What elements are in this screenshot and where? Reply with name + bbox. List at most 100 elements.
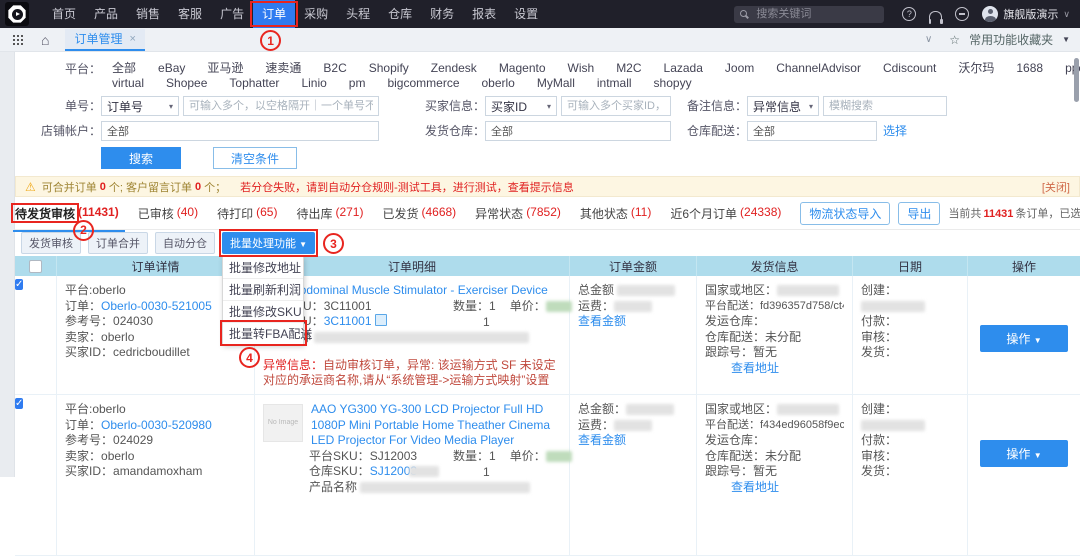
platform-option[interactable]: ChannelAdvisor [765,61,872,76]
platform-option[interactable]: Joom [714,61,765,76]
clear-conditions-button[interactable]: 清空条件 [213,147,297,169]
remark-type-select[interactable]: 异常信息 ▾ [747,96,819,116]
merge-orders-button[interactable]: 订单合并 [88,232,148,254]
order-number-link[interactable]: Oberlo-0030-521005 [101,299,212,313]
nav-item-sales[interactable]: 销售 [127,0,169,28]
row-action-button[interactable]: 操作 ▼ [980,440,1068,467]
row-checkbox[interactable]: ✓ [15,398,23,409]
view-amount-link[interactable]: 查看金额 [578,433,626,447]
orders-summary: 当前共11431条订单，已选择2条 [948,205,1080,221]
nav-item-service[interactable]: 客服 [169,0,211,28]
logistics-import-button[interactable]: 物流状态导入 [800,202,890,225]
export-button[interactable]: 导出 [898,202,940,225]
notice-close-link[interactable]: [关闭] [1042,179,1070,195]
view-address-link[interactable]: 查看地址 [731,361,779,375]
status-tab-other[interactable]: 其他状态(11) [580,205,651,222]
buyer-type-select[interactable]: 买家ID ▾ [485,96,557,116]
remark-input[interactable] [823,96,947,116]
search-button[interactable]: 搜索 [101,147,181,169]
platform-option[interactable]: M2C [605,61,652,76]
platform-option[interactable]: 速卖通 [254,61,312,76]
order-number-type-select[interactable]: 订单号 ▾ [101,96,179,116]
status-tab-to-outbound[interactable]: 待出库(271) [296,205,363,222]
platform-option[interactable]: MyMall [526,76,586,91]
home-icon[interactable]: ⌂ [41,29,49,51]
collapse-chevron-icon[interactable]: ∨ [925,34,932,45]
platform-option[interactable]: Cdiscount [872,61,947,76]
select-all-checkbox[interactable] [29,260,42,273]
nav-item-warehouse[interactable]: 仓库 [379,0,421,28]
nav-item-finance[interactable]: 财务 [421,0,463,28]
status-tab-abnormal[interactable]: 异常状态(7852) [475,205,561,222]
platform-option[interactable]: shopyy [643,76,703,91]
nav-item-reports[interactable]: 报表 [463,0,505,28]
status-tab-to-print[interactable]: 待打印(65) [217,205,277,222]
nav-item-orders[interactable]: 订单 1 [253,0,295,28]
product-title-link[interactable]: EMS Abdominal Muscle Stimulator - Exerci… [263,283,561,299]
auto-split-button[interactable]: 自动分仓 [155,232,215,254]
menu-item-batch-to-fba[interactable]: 批量转FBA配送 4 [223,323,303,344]
status-tab-shipped[interactable]: 已发货(4668) [382,205,456,222]
vertical-scrollbar[interactable] [1074,58,1079,102]
platform-option[interactable]: Magento [488,61,557,76]
user-menu[interactable]: 旗舰版演示 ∨ [982,6,1070,22]
store-account-input[interactable] [101,121,379,141]
row-checkbox[interactable]: ✓ [15,279,23,290]
nav-item-home[interactable]: 首页 [43,0,85,28]
apps-grid-icon[interactable] [13,35,23,45]
global-search-input[interactable] [754,7,878,21]
menu-item-batch-edit-address[interactable]: 批量修改地址 [223,257,303,279]
choose-link[interactable]: 选择 [883,121,907,141]
status-tab-pending-review[interactable]: 待发货审核 (11431) 2 [15,205,119,222]
headset-support-icon[interactable] [929,11,942,21]
platform-option[interactable]: intmall [586,76,643,91]
warehouse-dist-input[interactable] [747,121,877,141]
product-title-link[interactable]: AAO YG300 YG-300 LCD Projector Full HD 1… [309,402,559,449]
ship-warehouse-input[interactable] [485,121,671,141]
platform-option[interactable]: 1688 [1005,61,1054,76]
platform-option[interactable]: Zendesk [420,61,488,76]
view-address-link[interactable]: 查看地址 [731,480,779,494]
favorites-menu-label[interactable]: 常用功能收藏夹 [969,31,1053,48]
platform-option[interactable]: eBay [147,61,196,76]
row-action-button[interactable]: 操作 ▼ [980,325,1068,352]
platform-option[interactable]: bigcommerce [376,76,470,91]
nav-item-purchase[interactable]: 采购 [295,0,337,28]
platform-option[interactable]: 亚马逊 [196,61,254,76]
platform-option[interactable]: Lazada [653,61,714,76]
feedback-icon[interactable] [955,7,969,21]
row-action-label: 操作 [1006,447,1030,461]
platform-option[interactable]: 沃尔玛 [947,61,1005,76]
warehouse-sku-link[interactable]: 3C11001 [324,314,372,328]
nav-item-ads[interactable]: 广告 [211,0,253,28]
status-tab-reviewed[interactable]: 已审核(40) [138,205,198,222]
order-number-link[interactable]: Oberlo-0030-520980 [101,418,212,432]
help-icon[interactable]: ? [902,7,916,21]
platform-option[interactable]: pm [338,76,377,91]
buyer-input[interactable] [561,96,671,116]
platform-option[interactable]: Wish [557,61,606,76]
platform-option[interactable]: B2C [312,61,357,76]
ship-review-button[interactable]: 发货审核 [21,232,81,254]
platform-option[interactable]: Tophatter [218,76,290,91]
batch-process-button[interactable]: 批量处理功能 ▼ [222,232,315,254]
platform-option[interactable]: 全部 [101,61,147,76]
status-tab-6months[interactable]: 近6个月订单(24338) [670,205,781,222]
platform-option[interactable]: Shopee [155,76,218,91]
platform-option[interactable]: virtual [101,76,155,91]
global-search[interactable] [734,6,884,23]
platform-option[interactable]: Linio [290,76,337,91]
nav-item-settings[interactable]: 设置 [505,0,547,28]
view-amount-link[interactable]: 查看金额 [578,314,626,328]
platform-option[interactable]: Shopify [358,61,420,76]
nav-item-firstleg[interactable]: 头程 [337,0,379,28]
app-logo-icon[interactable] [5,2,29,26]
order-number-input[interactable] [183,96,379,116]
batch-action-row: 发货审核 订单合并 自动分仓 批量处理功能 ▼ 3 批量修改地址 批量刷新利润 … [15,230,1080,256]
platform-option[interactable]: oberlo [471,76,526,91]
tab-order-management[interactable]: 订单管理 × [65,29,144,51]
nav-item-products[interactable]: 产品 [85,0,127,28]
menu-item-batch-refresh-profit[interactable]: 批量刷新利润 [223,279,303,301]
close-icon[interactable]: × [129,33,135,45]
menu-item-batch-edit-sku[interactable]: 批量修改SKU [223,301,303,323]
